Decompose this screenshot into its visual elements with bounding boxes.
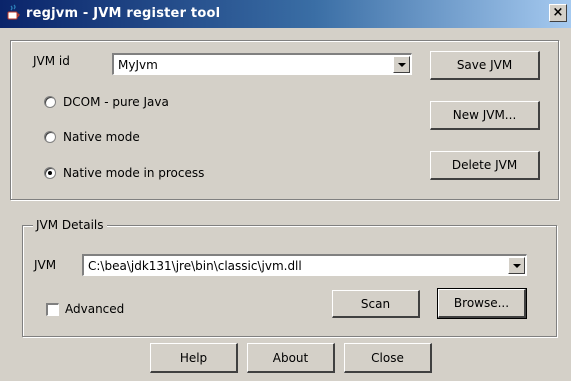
jvm-path-label: JVM <box>34 258 57 272</box>
radio-native[interactable]: Native mode <box>44 130 140 144</box>
radio-dcom[interactable]: DCOM - pure Java <box>44 95 169 109</box>
window-title: regjvm - JVM register tool <box>26 6 221 21</box>
title-bar[interactable]: regjvm - JVM register tool × <box>0 0 571 28</box>
jvm-details-group: JVM Details <box>22 218 557 337</box>
radio-native-dot[interactable] <box>44 131 56 143</box>
radio-native-label: Native mode <box>63 130 140 144</box>
dropdown-arrow[interactable] <box>508 257 525 274</box>
browse-button[interactable]: Browse... <box>437 288 527 319</box>
jvm-path-value: C:\bea\jdk131\jre\bin\classic\jvm.dll <box>88 259 302 273</box>
new-jvm-button[interactable]: New JVM... <box>430 101 540 130</box>
about-button[interactable]: About <box>247 343 335 373</box>
radio-dcom-dot[interactable] <box>44 96 56 108</box>
java-cup-icon <box>7 4 20 20</box>
advanced-label: Advanced <box>65 302 125 316</box>
chevron-down-icon <box>512 263 521 268</box>
advanced-checkbox-box[interactable] <box>46 302 59 316</box>
radio-native-in-process[interactable]: Native mode in process <box>44 166 204 180</box>
advanced-checkbox[interactable]: Advanced <box>46 302 124 316</box>
chevron-down-icon <box>397 62 406 67</box>
delete-jvm-button[interactable]: Delete JVM <box>430 151 540 180</box>
jvm-id-select[interactable]: MyJvm <box>112 53 412 75</box>
jvm-path-select[interactable]: C:\bea\jdk131\jre\bin\classic\jvm.dll <box>82 254 527 276</box>
save-jvm-button[interactable]: Save JVM <box>430 51 540 80</box>
jvm-details-label: JVM Details <box>33 218 107 232</box>
scan-button[interactable]: Scan <box>332 290 420 318</box>
radio-native-in-process-label: Native mode in process <box>63 166 205 180</box>
close-window-button[interactable]: × <box>549 4 567 22</box>
jvm-id-label: JVM id <box>33 54 70 68</box>
help-button[interactable]: Help <box>150 343 238 373</box>
close-button[interactable]: Close <box>344 343 432 373</box>
radio-native-in-process-dot[interactable] <box>44 167 56 179</box>
close-icon: × <box>552 5 564 20</box>
jvm-id-value: MyJvm <box>118 58 158 72</box>
dropdown-arrow[interactable] <box>393 56 410 73</box>
radio-dcom-label: DCOM - pure Java <box>63 95 169 109</box>
